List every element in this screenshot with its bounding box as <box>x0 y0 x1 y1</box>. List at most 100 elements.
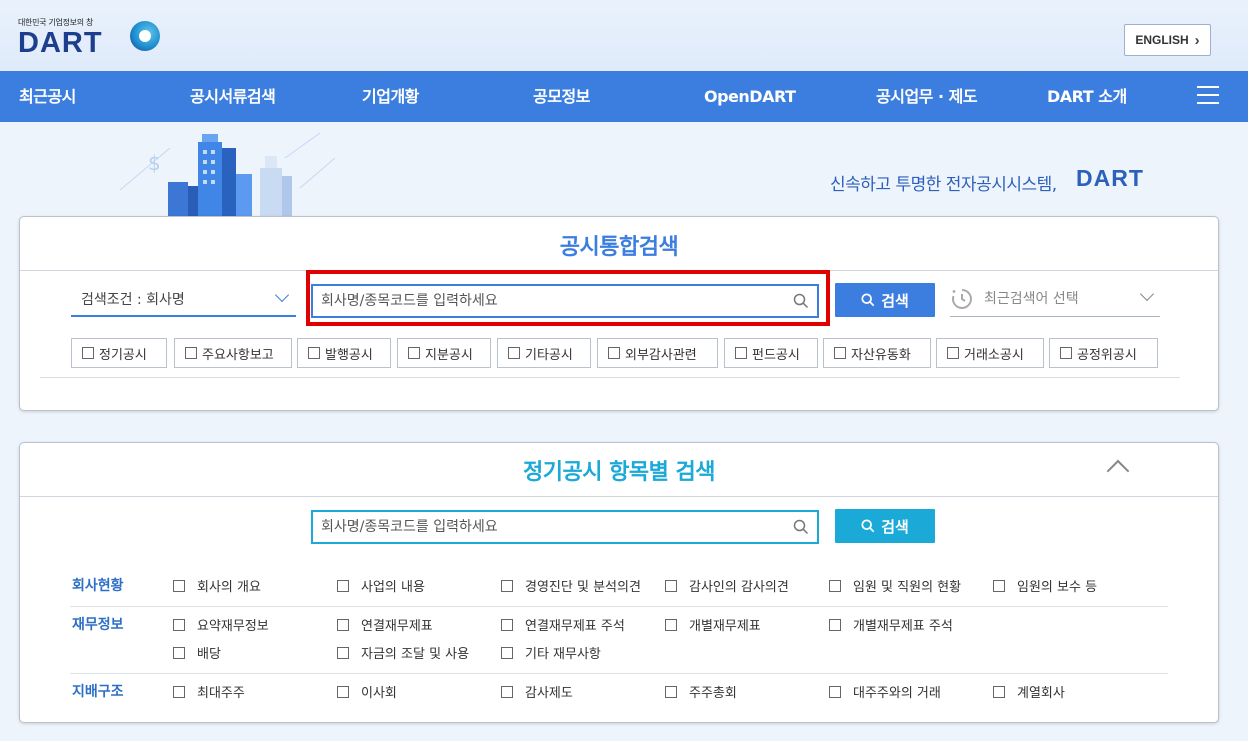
search-condition-label: 검색조건 : 회사명 <box>81 292 185 308</box>
chevron-down-icon <box>274 287 290 303</box>
category-company-status: 회사현황 <box>72 578 124 594</box>
checkbox-ftc[interactable]: 공정위공시 <box>1049 338 1158 368</box>
nav-item-document-search[interactable]: 공시서류검색 <box>190 71 276 122</box>
checkbox-major-report[interactable]: 주요사항보고 <box>174 338 292 368</box>
nav-item-recent[interactable]: 최근공시 <box>19 71 76 122</box>
item-label: 배당 <box>197 647 221 662</box>
recent-search-select[interactable]: 최근검색어 선택 <box>950 281 1160 317</box>
checkbox-box[interactable] <box>834 347 846 359</box>
row-divider <box>70 673 1168 674</box>
checkbox-box[interactable] <box>501 579 513 592</box>
item-label: 개별재무제표 <box>689 619 761 634</box>
item-checkbox[interactable]: 연결재무제표 <box>337 615 433 634</box>
checkbox-exchange[interactable]: 거래소공시 <box>936 338 1044 368</box>
checkbox-label: 주요사항보고 <box>202 347 274 363</box>
dart-logo[interactable]: 대한민국 기업정보의 창 DART <box>18 17 168 59</box>
item-checkbox[interactable]: 최대주주 <box>173 682 245 701</box>
nav-item-dart-intro[interactable]: DART 소개 <box>1047 71 1127 122</box>
checkbox-box[interactable] <box>508 347 520 359</box>
checkbox-box[interactable] <box>829 685 841 698</box>
search-condition-select[interactable]: 검색조건 : 회사명 <box>71 283 296 317</box>
checkbox-box[interactable] <box>1060 347 1072 359</box>
checkbox-box[interactable] <box>337 579 349 592</box>
checkbox-box[interactable] <box>829 618 841 631</box>
checkbox-box[interactable] <box>337 646 349 659</box>
item-checkbox[interactable]: 자금의 조달 및 사용 <box>337 643 469 662</box>
item-search-panel: 정기공시 항목별 검색 검색 회사현황 회사의 개요 사업의 내용 경영진단 및… <box>19 442 1219 723</box>
item-checkbox[interactable]: 계열회사 <box>993 682 1065 701</box>
chevron-down-icon <box>1139 286 1155 302</box>
checkbox-box[interactable] <box>185 347 197 359</box>
logo-wordmark: DART <box>18 27 103 59</box>
item-label: 개별재무제표 주석 <box>853 619 953 634</box>
nav-item-offering-info[interactable]: 공모정보 <box>533 71 590 122</box>
item-checkbox[interactable]: 연결재무제표 주석 <box>501 615 625 634</box>
item-label: 연결재무제표 <box>361 619 433 634</box>
item-company-search-input[interactable] <box>321 516 781 538</box>
checkbox-equity[interactable]: 지분공시 <box>397 338 491 368</box>
checkbox-box[interactable] <box>665 579 677 592</box>
english-button[interactable]: ENGLISH › <box>1124 24 1211 56</box>
item-checkbox[interactable]: 기타 재무사항 <box>501 643 601 662</box>
nav-item-company-overview[interactable]: 기업개황 <box>362 71 419 122</box>
nav-item-disclosure-system[interactable]: 공시업무 · 제도 <box>876 71 978 122</box>
item-checkbox[interactable]: 임원 및 직원의 현황 <box>829 576 961 595</box>
item-checkbox[interactable]: 요약재무정보 <box>173 615 269 634</box>
checkbox-box[interactable] <box>993 685 1005 698</box>
item-company-search-field[interactable] <box>311 510 819 544</box>
item-checkbox[interactable]: 사업의 내용 <box>337 576 425 595</box>
checkbox-box[interactable] <box>173 579 185 592</box>
checkbox-box[interactable] <box>993 579 1005 592</box>
item-label: 계열회사 <box>1017 686 1065 701</box>
item-checkbox[interactable]: 경영진단 및 분석의견 <box>501 576 641 595</box>
item-label: 요약재무정보 <box>197 619 269 634</box>
search-icon[interactable] <box>793 519 809 535</box>
checkbox-box[interactable] <box>173 646 185 659</box>
checkbox-box[interactable] <box>173 685 185 698</box>
item-label: 최대주주 <box>197 686 245 701</box>
item-checkbox[interactable]: 주주총회 <box>665 682 737 701</box>
hamburger-icon[interactable] <box>1197 86 1219 104</box>
checkbox-external-audit[interactable]: 외부감사관련 <box>597 338 718 368</box>
item-label: 이사회 <box>361 686 397 701</box>
chevron-right-icon: › <box>1194 31 1200 49</box>
item-checkbox[interactable]: 개별재무제표 <box>665 615 761 634</box>
item-checkbox[interactable]: 감사인의 감사의견 <box>665 576 789 595</box>
search-button[interactable]: 검색 <box>835 283 935 317</box>
item-checkbox[interactable]: 감사제도 <box>501 682 573 701</box>
checkbox-box[interactable] <box>173 618 185 631</box>
item-checkbox[interactable]: 회사의 개요 <box>173 576 261 595</box>
item-checkbox[interactable]: 이사회 <box>337 682 397 701</box>
checkbox-box[interactable] <box>665 685 677 698</box>
item-checkbox[interactable]: 대주주와의 거래 <box>829 682 941 701</box>
checkbox-box[interactable] <box>82 347 94 359</box>
checkbox-label: 외부감사관련 <box>625 347 697 363</box>
checkbox-regular[interactable]: 정기공시 <box>71 338 167 368</box>
checkbox-label: 발행공시 <box>325 347 373 363</box>
checkbox-issuance[interactable]: 발행공시 <box>297 338 391 368</box>
checkbox-box[interactable] <box>408 347 420 359</box>
item-label: 임원의 보수 등 <box>1017 580 1098 595</box>
checkbox-box[interactable] <box>501 646 513 659</box>
checkbox-securitization[interactable]: 자산유동화 <box>823 338 931 368</box>
item-label: 회사의 개요 <box>197 580 261 595</box>
checkbox-box[interactable] <box>947 347 959 359</box>
checkbox-box[interactable] <box>501 685 513 698</box>
checkbox-label: 자산유동화 <box>851 347 911 363</box>
item-checkbox[interactable]: 임원의 보수 등 <box>993 576 1097 595</box>
item-search-button[interactable]: 검색 <box>835 509 935 543</box>
checkbox-other[interactable]: 기타공시 <box>497 338 591 368</box>
nav-item-opendart[interactable]: OpenDART <box>704 71 796 122</box>
checkbox-box[interactable] <box>308 347 320 359</box>
checkbox-box[interactable] <box>501 618 513 631</box>
checkbox-box[interactable] <box>608 347 620 359</box>
checkbox-box[interactable] <box>735 347 747 359</box>
checkbox-box[interactable] <box>337 685 349 698</box>
checkbox-box[interactable] <box>337 618 349 631</box>
item-checkbox[interactable]: 배당 <box>173 643 221 662</box>
checkbox-box[interactable] <box>829 579 841 592</box>
item-label: 주주총회 <box>689 686 737 701</box>
checkbox-box[interactable] <box>665 618 677 631</box>
checkbox-fund[interactable]: 펀드공시 <box>724 338 818 368</box>
item-checkbox[interactable]: 개별재무제표 주석 <box>829 615 953 634</box>
